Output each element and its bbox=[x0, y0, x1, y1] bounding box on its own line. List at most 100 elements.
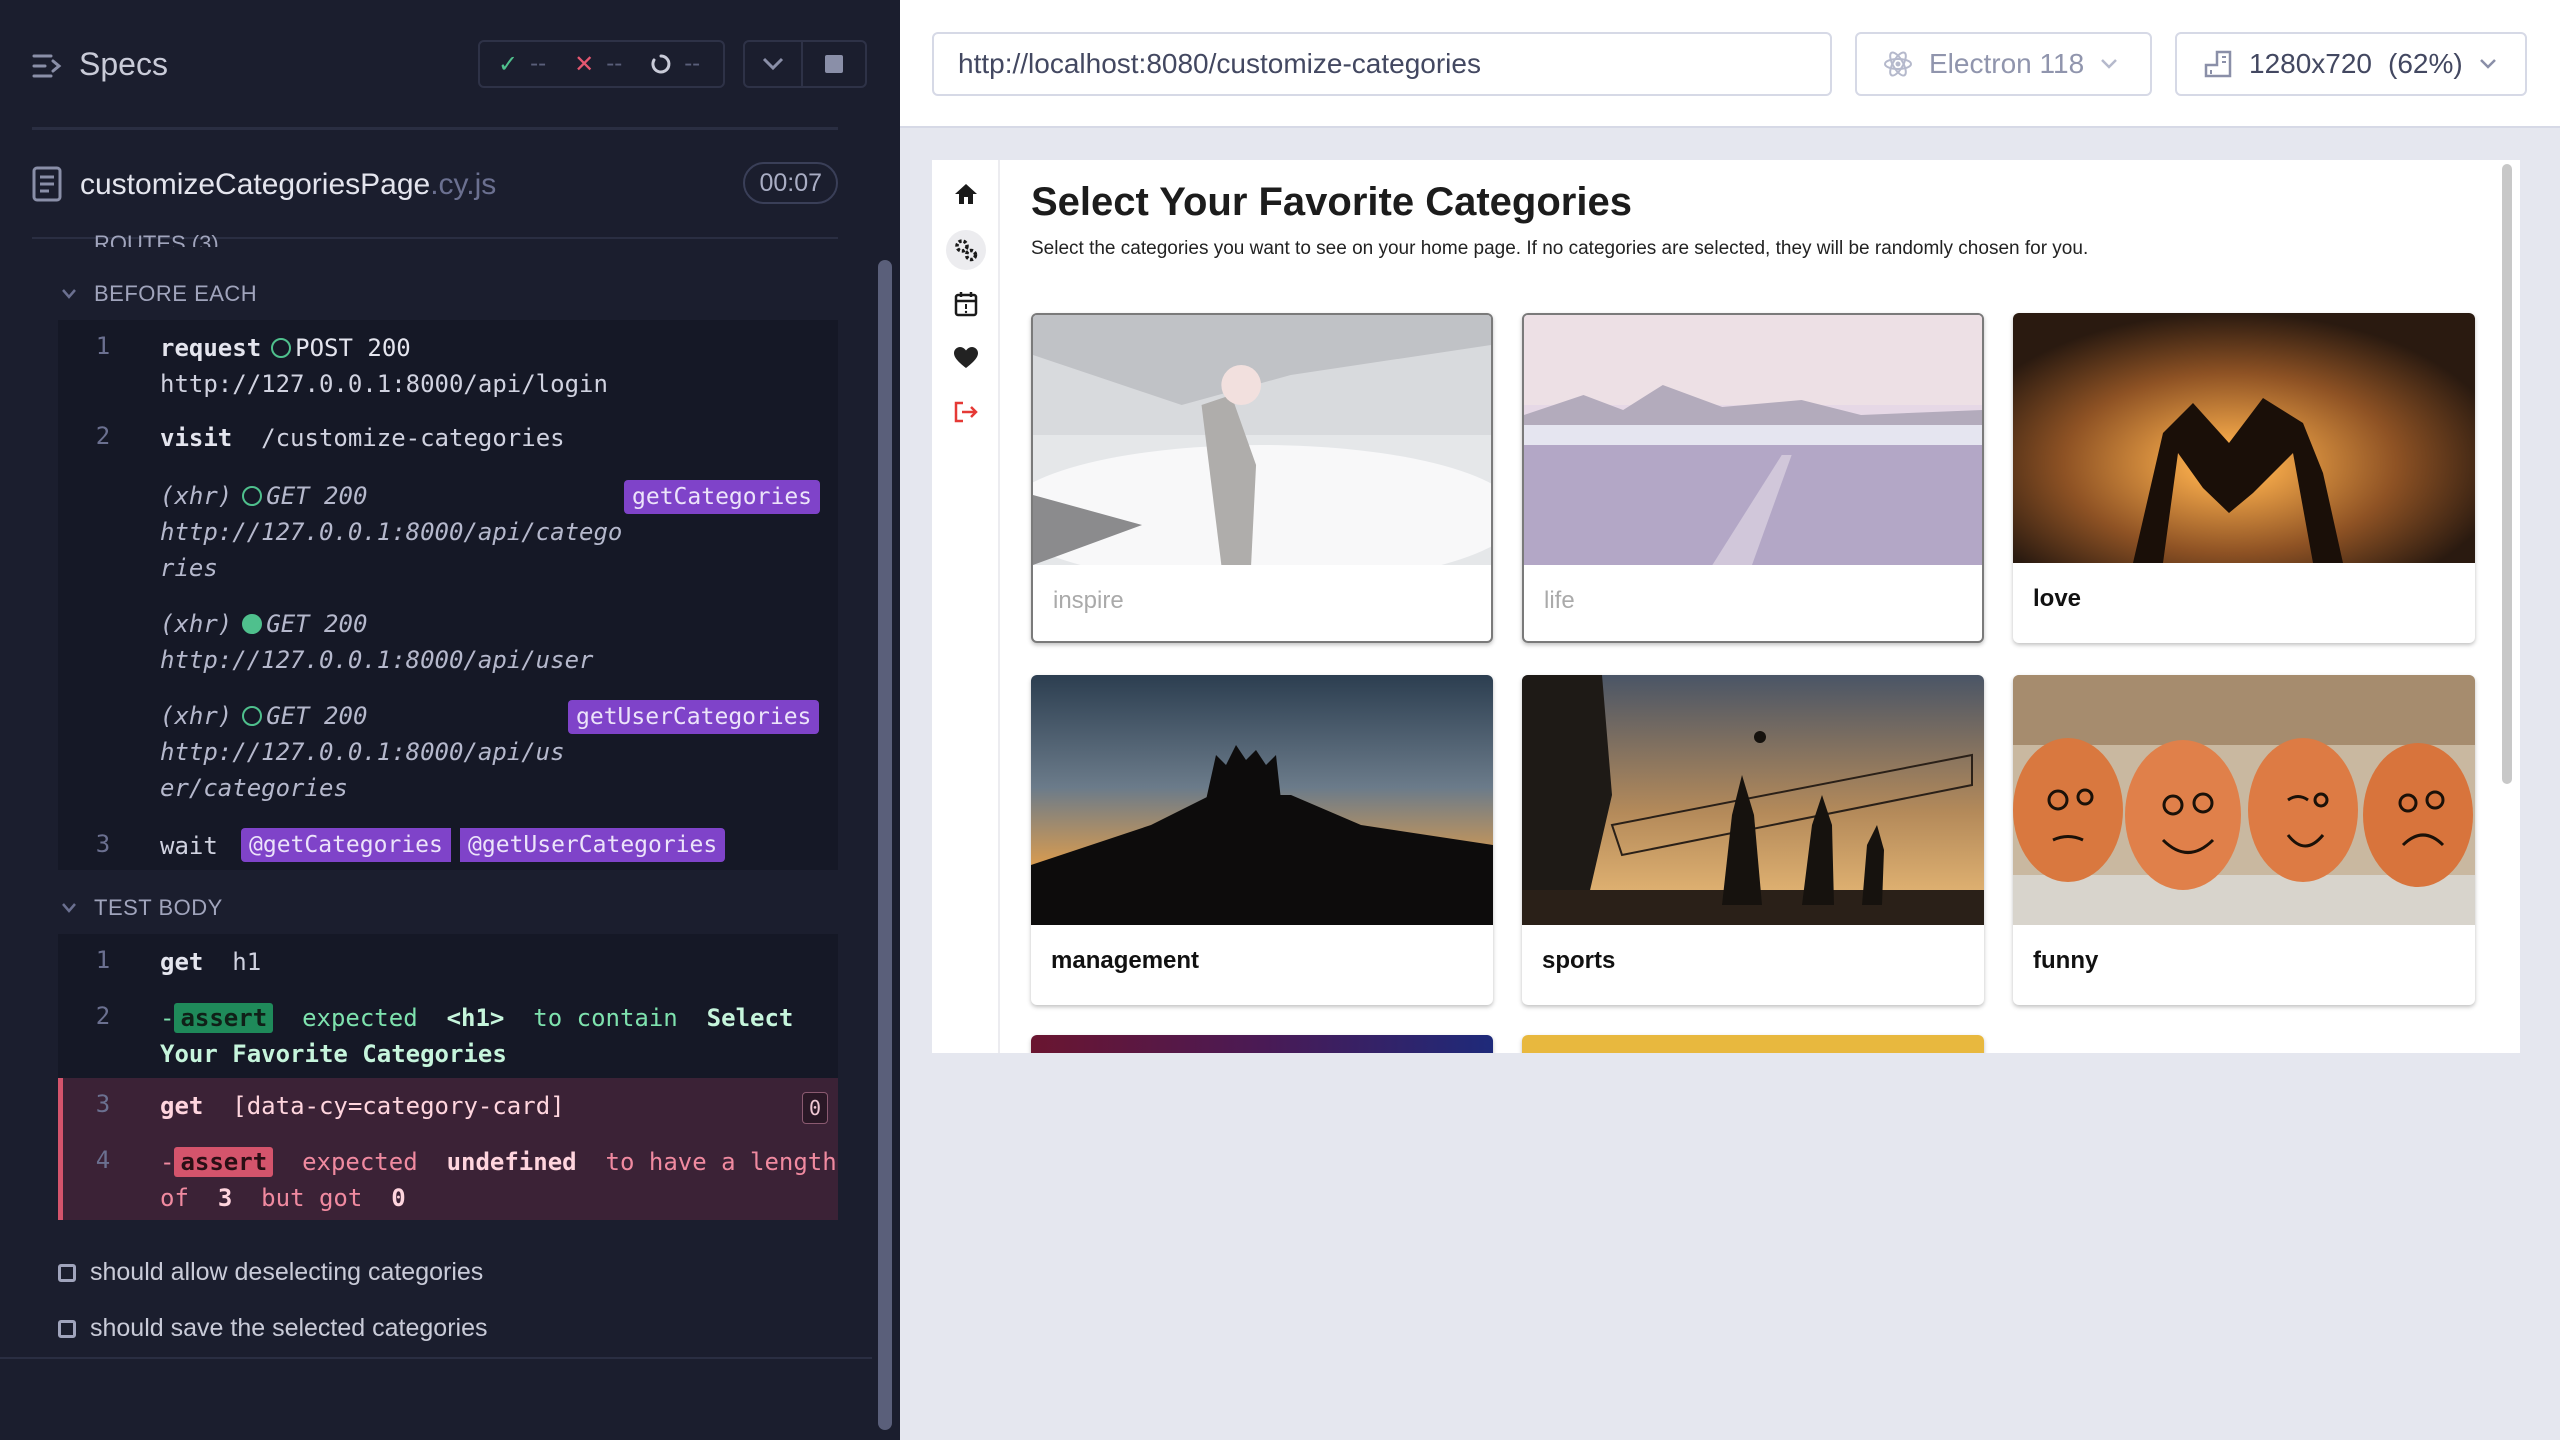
command-get-failed[interactable]: get [data-cy=category-card] bbox=[160, 1088, 565, 1124]
category-image bbox=[2013, 313, 2475, 563]
pending-stat: -- bbox=[650, 50, 700, 78]
command-number: 2 bbox=[95, 1002, 111, 1030]
category-image bbox=[1033, 315, 1491, 565]
failed-count: -- bbox=[606, 50, 623, 77]
command-request[interactable]: request POST 200 bbox=[160, 330, 411, 366]
command-number: 4 bbox=[95, 1146, 111, 1174]
test-item[interactable]: should save the selected categories bbox=[58, 1314, 487, 1343]
category-card-love[interactable]: love bbox=[2013, 313, 2475, 643]
status-dot-icon bbox=[242, 486, 263, 506]
heart-icon bbox=[954, 347, 978, 368]
assert-value: 0 bbox=[391, 1184, 406, 1212]
command-number: 1 bbox=[95, 332, 111, 360]
assert-value: 3 bbox=[217, 1184, 233, 1212]
alias-badge[interactable]: @getUserCategories bbox=[460, 828, 726, 862]
category-card-funny[interactable]: funny bbox=[2013, 675, 2475, 1005]
status-dot-icon bbox=[242, 706, 263, 726]
chevron-down-icon[interactable] bbox=[61, 286, 77, 302]
spec-file-basename: customizeCategoriesPage bbox=[80, 168, 431, 201]
failed-commands: 3 get [data-cy=category-card] 0 4 - asser… bbox=[58, 1078, 838, 1220]
xhr-get-user-categories[interactable]: (xhr) GET 200 bbox=[160, 698, 367, 734]
assert-tag: assert bbox=[174, 1003, 274, 1033]
visit-arg: /customize-categories bbox=[261, 424, 565, 452]
category-label: sports bbox=[1542, 947, 1616, 974]
chevron-down-icon bbox=[2101, 59, 2118, 69]
category-image bbox=[1524, 315, 1982, 565]
spinner-icon bbox=[651, 54, 671, 74]
stop-button[interactable] bbox=[803, 40, 867, 88]
document-icon bbox=[32, 166, 62, 202]
page-subtitle: Select the categories you want to see on… bbox=[1031, 238, 2089, 259]
command-number: 3 bbox=[95, 1090, 111, 1118]
category-image bbox=[1031, 1035, 1493, 1053]
electron-icon bbox=[1884, 51, 1912, 77]
alias-badge[interactable]: getUserCategories bbox=[568, 700, 820, 734]
xhr-get-categories[interactable]: (xhr) GET 200 bbox=[160, 478, 367, 514]
app-sidebar bbox=[932, 160, 1000, 1053]
assert-word: of bbox=[160, 1184, 189, 1212]
check-icon: ✓ bbox=[498, 50, 519, 78]
assert-word: expected bbox=[302, 1148, 418, 1176]
xhr-method: GET 200 bbox=[266, 610, 368, 638]
calendar-nav[interactable] bbox=[946, 284, 986, 324]
command-name: request bbox=[160, 334, 262, 362]
category-card[interactable] bbox=[1031, 1035, 1493, 1053]
test-title: should save the selected categories bbox=[90, 1314, 488, 1342]
category-card-inspire[interactable]: inspire bbox=[1031, 313, 1493, 643]
category-card[interactable] bbox=[1522, 1035, 1984, 1053]
alias-badge[interactable]: getCategories bbox=[624, 480, 821, 514]
favorites-nav[interactable] bbox=[946, 338, 986, 378]
specs-list-icon[interactable] bbox=[31, 50, 63, 82]
test-title: should allow deselecting categories bbox=[90, 1258, 484, 1286]
command-number: 1 bbox=[95, 946, 111, 974]
before-each-label[interactable]: BEFORE EACH bbox=[94, 281, 257, 307]
assert-subject: <h1> bbox=[446, 1004, 505, 1032]
category-card-life[interactable]: life bbox=[1522, 313, 1984, 643]
app-scrollbar[interactable] bbox=[2502, 164, 2512, 784]
routes-section[interactable]: ROUTES (3) bbox=[58, 225, 258, 247]
xhr-get-user[interactable]: (xhr) GET 200 bbox=[160, 606, 367, 642]
command-visit[interactable]: visit /customize-categories bbox=[160, 420, 565, 456]
app-under-test-area: http://localhost:8080/customize-categori… bbox=[900, 0, 2560, 1440]
passed-stat: ✓ -- bbox=[498, 50, 546, 79]
spec-file-ext: .cy.js bbox=[430, 168, 497, 201]
category-image bbox=[2013, 675, 2475, 925]
xhr-label: (xhr) bbox=[160, 482, 233, 510]
url-bar[interactable]: http://localhost:8080/customize-categori… bbox=[932, 32, 1832, 96]
category-card-sports[interactable]: sports bbox=[1522, 675, 1984, 1005]
test-body-label[interactable]: TEST BODY bbox=[94, 895, 223, 921]
specs-title[interactable]: Specs bbox=[79, 46, 168, 83]
command-assert-pass[interactable]: - assert expected <h1> to contain Select bbox=[160, 1000, 793, 1036]
pending-test-icon bbox=[58, 1319, 76, 1338]
command-wait[interactable]: wait bbox=[160, 828, 218, 864]
element-count-badge: 0 bbox=[802, 1092, 828, 1124]
viewport-selector[interactable]: 1280x720 (62%) bbox=[2175, 32, 2527, 96]
request-url: http://127.0.0.1:8000/api/login bbox=[160, 370, 608, 398]
command-assert-fail[interactable]: - assert expected undefined to have a len… bbox=[160, 1144, 837, 1180]
home-nav[interactable] bbox=[946, 174, 986, 214]
xhr-method: GET 200 bbox=[266, 482, 368, 510]
alias-badge[interactable]: @getCategories bbox=[241, 828, 451, 862]
browser-selector[interactable]: Electron 118 bbox=[1855, 32, 2152, 96]
spec-file-row[interactable]: customizeCategoriesPage.cy.js 00:07 bbox=[32, 160, 838, 208]
customize-nav[interactable] bbox=[946, 230, 986, 270]
assert-value: Select bbox=[706, 1004, 794, 1032]
assert-word: to have a length bbox=[605, 1148, 837, 1176]
stop-icon bbox=[825, 55, 843, 73]
assert-word: to contain bbox=[533, 1004, 678, 1032]
collapse-button[interactable] bbox=[743, 40, 803, 88]
category-card-management[interactable]: management bbox=[1031, 675, 1493, 1005]
assert-dash: - bbox=[160, 1148, 175, 1176]
reporter-scrollbar-thumb[interactable] bbox=[878, 260, 892, 1430]
chevron-down-icon[interactable] bbox=[61, 900, 77, 916]
assert-value-wrap: Your Favorite Categories bbox=[160, 1040, 507, 1068]
browser-name: Electron 118 bbox=[1929, 48, 2085, 79]
xhr-url: http://127.0.0.1:8000/api/catego bbox=[160, 518, 623, 546]
divider bbox=[32, 127, 838, 130]
divider bbox=[0, 1357, 876, 1359]
logout-nav[interactable] bbox=[946, 392, 986, 432]
failed-stat: ✕ -- bbox=[574, 50, 622, 79]
assert-dash: - bbox=[160, 1004, 175, 1032]
test-item[interactable]: should allow deselecting categories bbox=[58, 1258, 483, 1287]
command-get[interactable]: get h1 bbox=[160, 944, 261, 980]
